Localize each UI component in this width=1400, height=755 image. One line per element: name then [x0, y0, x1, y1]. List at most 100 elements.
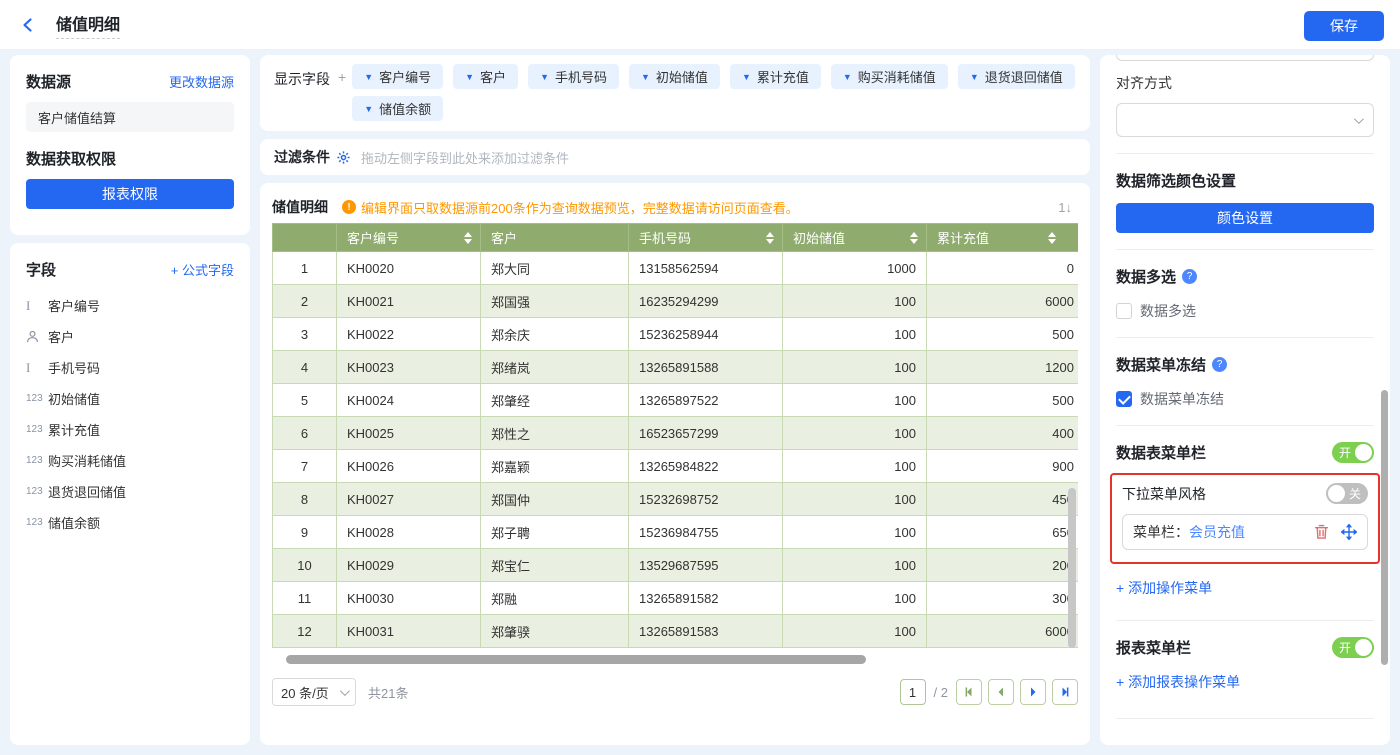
align-select[interactable]: [1116, 103, 1374, 137]
add-display-field-icon[interactable]: +: [338, 69, 346, 122]
report-permission-button[interactable]: 报表权限: [26, 179, 234, 209]
add-report-action-menu-link[interactable]: + 添加报表操作菜单: [1116, 672, 1240, 692]
first-page-button[interactable]: [956, 679, 982, 705]
field-item[interactable]: 123初始储值: [26, 383, 234, 414]
table-cell: KH0023: [337, 351, 481, 384]
column-header-label: 累计充值: [937, 231, 989, 246]
table-cell: 郑嘉颖: [481, 450, 629, 483]
preview-warning: ! 编辑界面只取数据源前200条作为查询数据预览，完整数据请访问页面查看。: [342, 198, 799, 217]
back-icon[interactable]: [16, 13, 40, 37]
dropdown-triangle-icon[interactable]: ▼: [970, 72, 979, 82]
menu-freeze-checkbox[interactable]: [1116, 391, 1132, 407]
field-item[interactable]: I手机号码: [26, 352, 234, 383]
field-item[interactable]: 客户: [26, 321, 234, 352]
field-item[interactable]: 123储值余额: [26, 507, 234, 538]
multi-select-checkbox-row[interactable]: 数据多选: [1116, 301, 1374, 321]
current-page-box[interactable]: 1: [900, 679, 926, 705]
panel-scrollbar[interactable]: [1381, 390, 1388, 665]
sort-icon[interactable]: [464, 232, 472, 244]
column-header[interactable]: 初始储值: [783, 224, 927, 252]
menu-bar-prefix: 菜单栏：: [1133, 522, 1189, 542]
page-title[interactable]: 储值明细: [56, 11, 120, 39]
horizontal-scrollbar[interactable]: [286, 655, 866, 664]
dropdown-triangle-icon[interactable]: ▼: [843, 72, 852, 82]
gear-icon[interactable]: [336, 150, 351, 165]
next-page-button[interactable]: [1020, 679, 1046, 705]
display-field-chip[interactable]: ▼手机号码: [528, 64, 619, 89]
help-icon[interactable]: ?: [1212, 357, 1227, 372]
multi-select-checkbox[interactable]: [1116, 303, 1132, 319]
filter-panel[interactable]: 过滤条件 拖动左侧字段到此处来添加过滤条件: [260, 139, 1090, 175]
display-field-chip[interactable]: ▼购买消耗储值: [831, 64, 948, 89]
display-field-chip[interactable]: ▼客户编号: [352, 64, 443, 89]
report-menu-toggle[interactable]: 开: [1332, 637, 1374, 658]
save-button[interactable]: 保存: [1304, 11, 1384, 41]
dropdown-triangle-icon[interactable]: ▼: [465, 72, 474, 82]
page-size-select[interactable]: 20 条/页: [272, 678, 356, 706]
move-icon[interactable]: [1341, 524, 1357, 540]
numeric-sort-icon[interactable]: 1↓: [1052, 198, 1078, 217]
display-field-chip[interactable]: ▼累计充值: [730, 64, 821, 89]
table-cell: 100: [783, 285, 927, 318]
row-number-header: [273, 224, 337, 252]
display-field-chip[interactable]: ▼储值余额: [352, 96, 443, 121]
table-cell: 15236984755: [629, 516, 783, 549]
display-field-chip[interactable]: ▼退货退回储值: [958, 64, 1075, 89]
dropdown-triangle-icon[interactable]: ▼: [742, 72, 751, 82]
field-item[interactable]: 123累计充值: [26, 414, 234, 445]
dropdown-triangle-icon[interactable]: ▼: [364, 72, 373, 82]
table-cell: 郑融: [481, 582, 629, 615]
color-settings-button[interactable]: 颜色设置: [1116, 203, 1374, 233]
display-field-chip[interactable]: ▼客户: [453, 64, 518, 89]
menu-bar-value[interactable]: 会员充值: [1189, 522, 1245, 542]
table-row[interactable]: 5KH0024郑肇经13265897522100500: [273, 384, 1079, 417]
datasource-value[interactable]: 客户储值结算: [26, 102, 234, 132]
menu-bar-item[interactable]: 菜单栏： 会员充值: [1122, 514, 1368, 550]
help-icon[interactable]: ?: [1182, 269, 1197, 284]
dropdown-triangle-icon[interactable]: ▼: [364, 104, 373, 114]
filter-label: 过滤条件: [274, 147, 330, 167]
display-field-chip[interactable]: ▼初始储值: [629, 64, 720, 89]
dropdown-style-toggle[interactable]: 关: [1326, 483, 1368, 504]
table-row[interactable]: 6KH0025郑性之16523657299100400: [273, 417, 1079, 450]
menu-freeze-checkbox-row[interactable]: 数据菜单冻结: [1116, 389, 1374, 409]
formula-field-link[interactable]: + 公式字段: [171, 260, 234, 279]
column-header[interactable]: 手机号码: [629, 224, 783, 252]
column-header[interactable]: 累计充值: [927, 224, 1079, 252]
column-header[interactable]: 客户编号: [337, 224, 481, 252]
divider: [1116, 153, 1374, 154]
dropdown-triangle-icon[interactable]: ▼: [641, 72, 650, 82]
row-number-cell: 11: [273, 582, 337, 615]
table-row[interactable]: 2KH0021郑国强162352942991006000: [273, 285, 1079, 318]
table-row[interactable]: 11KH0030郑融13265891582100300: [273, 582, 1079, 615]
table-cell: 0: [927, 252, 1079, 285]
add-action-menu-link[interactable]: + 添加操作菜单: [1116, 578, 1212, 598]
table-row[interactable]: 9KH0028郑子聘15236984755100650: [273, 516, 1079, 549]
change-datasource-link[interactable]: 更改数据源: [169, 72, 234, 91]
sort-icon[interactable]: [766, 232, 774, 244]
field-item[interactable]: I客户编号: [26, 290, 234, 321]
field-item[interactable]: 123退货退回储值: [26, 476, 234, 507]
dropdown-triangle-icon[interactable]: ▼: [540, 72, 549, 82]
table-row[interactable]: 1KH0020郑大同1315856259410000: [273, 252, 1079, 285]
sort-icon[interactable]: [910, 232, 918, 244]
table-row[interactable]: 12KH0031郑肇骙132658915831006000: [273, 615, 1079, 648]
field-item-label: 初始储值: [48, 389, 100, 408]
table-menu-toggle[interactable]: 开: [1332, 442, 1374, 463]
table-row[interactable]: 3KH0022郑余庆15236258944100500: [273, 318, 1079, 351]
last-page-button[interactable]: [1052, 679, 1078, 705]
table-row[interactable]: 10KH0029郑宝仁13529687595100200: [273, 549, 1079, 582]
table-row[interactable]: 8KH0027郑国仲15232698752100450: [273, 483, 1079, 516]
trash-icon[interactable]: [1314, 524, 1329, 540]
field-item-label: 储值余额: [48, 513, 100, 532]
divider: [1116, 620, 1374, 621]
vertical-scrollbar[interactable]: [1068, 488, 1076, 648]
fields-panel: 字段 + 公式字段 I客户编号客户I手机号码123初始储值123累计充值123购…: [10, 243, 250, 745]
field-item-label: 退货退回储值: [48, 482, 126, 501]
prev-page-button[interactable]: [988, 679, 1014, 705]
sort-icon[interactable]: [1048, 232, 1056, 244]
table-cell: 100: [783, 549, 927, 582]
table-row[interactable]: 7KH0026郑嘉颖13265984822100900: [273, 450, 1079, 483]
field-item[interactable]: 123购买消耗储值: [26, 445, 234, 476]
table-row[interactable]: 4KH0023郑绪岚132658915881001200: [273, 351, 1079, 384]
